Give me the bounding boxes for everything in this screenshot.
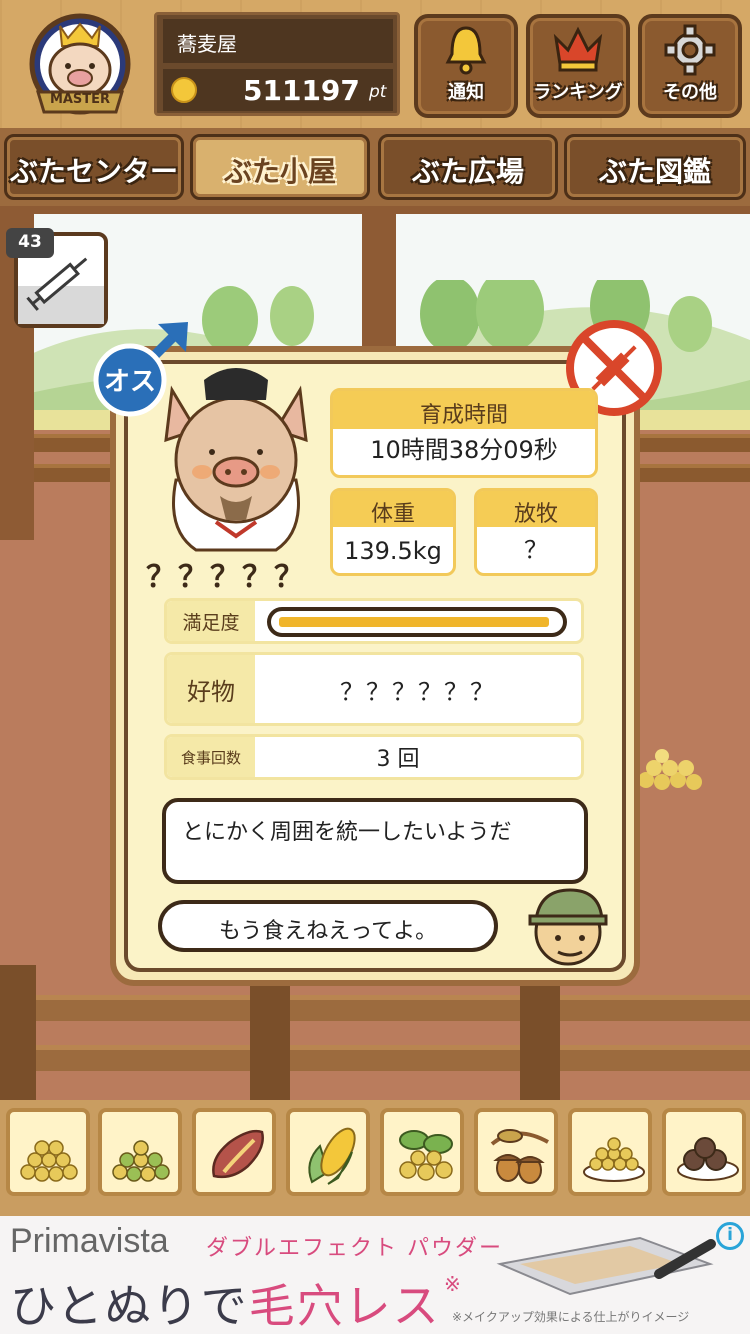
grazing-label: 放牧 bbox=[477, 491, 595, 527]
food-slot-acorns[interactable] bbox=[474, 1108, 558, 1196]
food-slot-soybeans[interactable] bbox=[6, 1108, 90, 1196]
ad-brand: Primavista bbox=[10, 1222, 169, 1260]
points-value: 511197 bbox=[243, 74, 360, 107]
tab-pig-encyclopedia[interactable]: ぶた図鑑 bbox=[564, 134, 746, 200]
weight-label: 体重 bbox=[333, 491, 453, 527]
frame-post-mid bbox=[362, 200, 396, 360]
points-unit: pt bbox=[369, 82, 387, 102]
user-panel: 蕎麦屋 511197 pt bbox=[154, 12, 400, 116]
front-fence bbox=[0, 965, 750, 1105]
ad-headline-b: 毛穴レス bbox=[248, 1279, 441, 1333]
coin-icon bbox=[171, 77, 197, 103]
food-slot-corn[interactable] bbox=[286, 1108, 370, 1196]
favorite-label: 好物 bbox=[167, 655, 255, 723]
gear-icon bbox=[664, 24, 716, 76]
corn-icon bbox=[308, 1127, 356, 1185]
pig-comment-bubble: とにかく周囲を統一したいようだ bbox=[162, 798, 588, 884]
other-label: その他 bbox=[663, 82, 717, 103]
grazing-box: 放牧 ？ bbox=[474, 488, 598, 576]
food-selection-bar bbox=[0, 1100, 750, 1216]
growth-time-box: 育成時間 10時間38分09秒 bbox=[330, 388, 598, 478]
weight-box: 体重 139.5kg bbox=[330, 488, 456, 576]
leaf-beans-icon bbox=[399, 1130, 453, 1181]
ad-tagline: ダブルエフェクト パウダー bbox=[206, 1236, 503, 1261]
favorite-food-row: 好物 ？？？？？？ bbox=[164, 652, 584, 726]
meatball-plate-icon bbox=[677, 1137, 739, 1181]
meal-count-row: 食事回数 3 回 bbox=[164, 734, 584, 780]
satisfaction-bar bbox=[267, 607, 567, 637]
food-slot-meatballs[interactable] bbox=[662, 1108, 746, 1196]
tab-pig-barn[interactable]: ぶた小屋 bbox=[190, 134, 370, 200]
ad-headline: ひとぬりで毛穴レス bbox=[10, 1270, 441, 1334]
user-name: 蕎麦屋 bbox=[163, 19, 393, 63]
pig-name: ？？？？？ bbox=[146, 560, 306, 595]
ranking-button[interactable]: ランキング bbox=[526, 14, 630, 118]
satisfaction-row: 満足度 bbox=[164, 598, 584, 644]
points-display: 511197 pt bbox=[163, 69, 393, 111]
header-bar: MASTER 蕎麦屋 511197 pt 通知 ランキング その他 bbox=[0, 0, 750, 128]
food-slot-grain-plate[interactable] bbox=[568, 1108, 652, 1196]
mixed-beans-icon bbox=[112, 1140, 170, 1182]
grain-plate-icon bbox=[583, 1137, 645, 1182]
farmer-comment-bubble: もう食えねえってよ。 bbox=[158, 900, 498, 952]
ranking-label: ランキング bbox=[533, 82, 623, 103]
satisfaction-label: 満足度 bbox=[167, 601, 255, 641]
pig-character bbox=[164, 368, 308, 552]
ad-info-icon[interactable]: i bbox=[716, 1222, 744, 1250]
acorn-icon bbox=[490, 1129, 549, 1184]
bell-icon bbox=[445, 26, 487, 75]
ad-asterisk: ※ bbox=[444, 1272, 461, 1296]
crown-icon bbox=[553, 26, 603, 72]
meals-value: 3 回 bbox=[376, 747, 420, 772]
food-slot-leaf-beans[interactable] bbox=[380, 1108, 464, 1196]
master-rank-badge[interactable]: MASTER bbox=[16, 8, 144, 120]
growth-time-value: 10時間38分09秒 bbox=[370, 436, 558, 464]
soybean-pile-icon bbox=[20, 1140, 78, 1182]
growth-time-label: 育成時間 bbox=[333, 391, 595, 429]
ad-banner[interactable]: Primavista ダブルエフェクト パウダー ひとぬりで毛穴レス ※ ※メイ… bbox=[0, 1216, 750, 1334]
main-nav: ぶたセンター ぶた小屋 ぶた広場 ぶた図鑑 bbox=[0, 128, 750, 206]
compact-powder-image bbox=[496, 1236, 716, 1296]
ad-headline-a: ひとぬりで bbox=[10, 1279, 249, 1333]
food-slot-mixed-beans[interactable] bbox=[98, 1108, 182, 1196]
food-slot-sweet-potato[interactable] bbox=[192, 1108, 276, 1196]
tab-pig-center[interactable]: ぶたセンター bbox=[4, 134, 184, 200]
meals-label: 食事回数 bbox=[167, 737, 255, 777]
weight-value: 139.5kg bbox=[344, 537, 442, 565]
item-count-badge: 43 bbox=[6, 228, 54, 258]
notification-button[interactable]: 通知 bbox=[414, 14, 518, 118]
favorite-value: ？？？？？？ bbox=[340, 677, 496, 706]
notification-label: 通知 bbox=[448, 82, 484, 103]
other-button[interactable]: その他 bbox=[638, 14, 742, 118]
badge-label: MASTER bbox=[49, 92, 111, 107]
ad-disclaimer: ※メイクアップ効果による仕上がりイメージ bbox=[452, 1310, 690, 1324]
grazing-value: ？ bbox=[524, 536, 548, 564]
satisfaction-bar-fill bbox=[279, 617, 549, 627]
farmer-face-icon bbox=[528, 888, 608, 966]
tab-pig-plaza[interactable]: ぶた広場 bbox=[378, 134, 558, 200]
sweet-potato-icon bbox=[212, 1129, 264, 1179]
scattered-beans bbox=[638, 749, 702, 790]
